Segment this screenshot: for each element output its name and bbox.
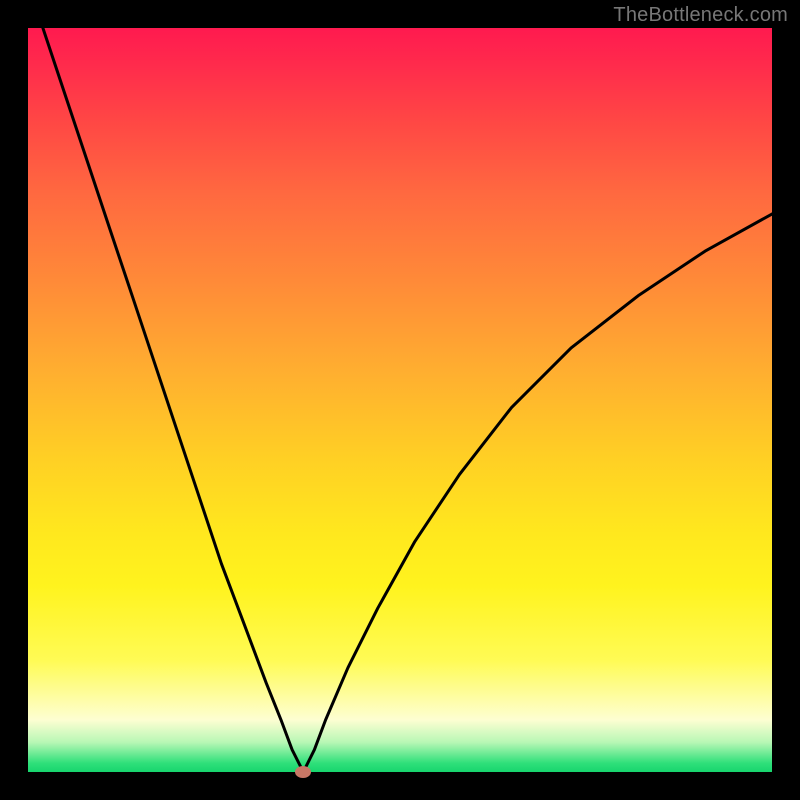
plot-area xyxy=(28,28,772,772)
bottleneck-curve xyxy=(28,28,772,772)
watermark-text: TheBottleneck.com xyxy=(613,4,788,27)
minimum-marker xyxy=(295,766,311,778)
chart-frame: TheBottleneck.com xyxy=(0,0,800,800)
